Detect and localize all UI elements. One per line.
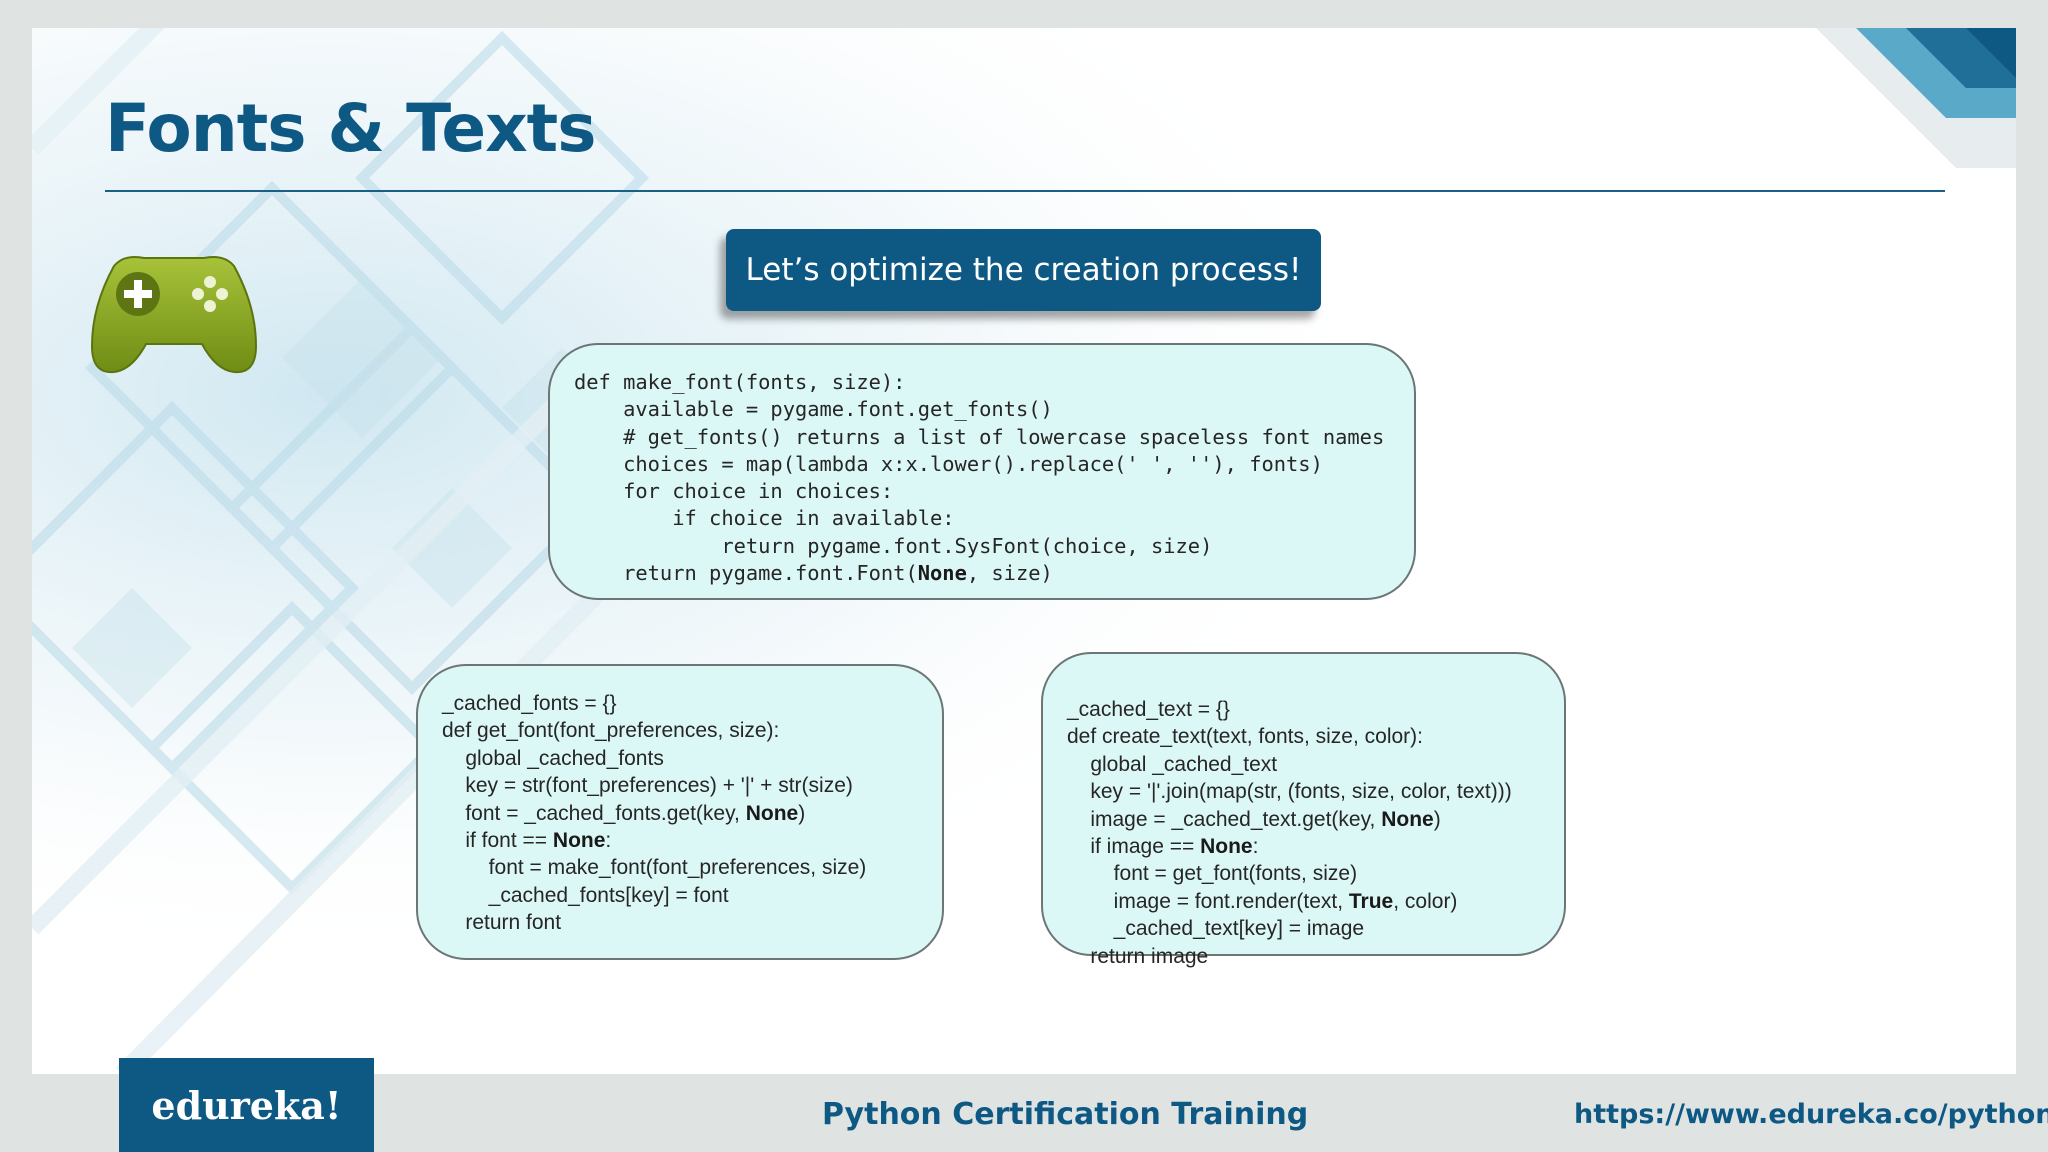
code-line: global _cached_fonts bbox=[442, 747, 664, 770]
code-line: key = '|'.join(map(str, (fonts, size, co… bbox=[1067, 780, 1512, 804]
code-segment: # get_fonts() returns a list of lowercas… bbox=[574, 424, 1385, 449]
code-segment: global _cached_text bbox=[1067, 752, 1278, 776]
code-block-get-font: _cached_fonts = {} def get_font(font_pre… bbox=[416, 664, 944, 960]
code-segment: image = font.render(text, bbox=[1067, 889, 1349, 913]
code-line: image = _cached_text.get(key, None) bbox=[1067, 807, 1441, 831]
code-block-make-font: def make_font(fonts, size): available = … bbox=[548, 343, 1416, 600]
callout-banner: Let’s optimize the creation process! bbox=[726, 229, 1321, 311]
code-segment: def get_font(font_preferences, size): bbox=[442, 719, 780, 743]
code-line: def create_text(text, fonts, size, color… bbox=[1067, 725, 1423, 748]
code-keyword: None bbox=[745, 801, 799, 825]
code-segment: if choice in available: bbox=[574, 506, 955, 531]
code-line: return image bbox=[1067, 945, 1208, 968]
code-segment: font = _cached_fonts.get(key, bbox=[442, 801, 746, 825]
code-segment: key = str(font_preferences) + '|' + str(… bbox=[442, 774, 853, 798]
code-line: return pygame.font.Font(None, size) bbox=[574, 561, 1053, 585]
code-segment: , size) bbox=[966, 561, 1053, 586]
code-segment: return font bbox=[442, 911, 562, 935]
code-segment: if font == bbox=[442, 829, 553, 853]
code-keyword: None bbox=[917, 561, 967, 586]
game-controller-icon bbox=[90, 256, 258, 374]
code-keyword: True bbox=[1348, 889, 1394, 913]
footer-course-title: Python Certification Training bbox=[822, 1097, 1309, 1132]
code-block-create-text: _cached_text = {} def create_text(text, … bbox=[1041, 652, 1566, 968]
code-segment: available = pygame.font.get_fonts() bbox=[574, 397, 1053, 422]
code-segment: _cached_text[key] = image bbox=[1067, 917, 1365, 941]
code-segment: def create_text(text, fonts, size, color… bbox=[1067, 725, 1423, 749]
code-line: for choice in choices: bbox=[574, 479, 893, 503]
code-segment: choices = map(lambda x:x.lower().replace… bbox=[574, 451, 1323, 476]
code-segment: _cached_text = {} bbox=[1067, 698, 1230, 721]
code-segment: ) bbox=[1433, 807, 1441, 831]
code-line: return font bbox=[442, 911, 561, 934]
code-line: _cached_text[key] = image bbox=[1067, 917, 1364, 940]
code-line: def get_font(font_preferences, size): bbox=[442, 719, 779, 742]
code-text: _cached_text = {} def create_text(text, … bbox=[1067, 696, 1512, 970]
code-line: # get_fonts() returns a list of lowercas… bbox=[574, 425, 1384, 449]
code-segment: key = '|'.join(map(str, (fonts, size, co… bbox=[1067, 780, 1512, 804]
code-segment: : bbox=[1252, 835, 1259, 859]
code-segment: : bbox=[605, 829, 612, 853]
code-keyword: None bbox=[552, 829, 606, 853]
code-line: font = get_font(fonts, size) bbox=[1067, 862, 1357, 885]
code-segment: for choice in choices: bbox=[574, 479, 894, 504]
code-segment: , color) bbox=[1393, 889, 1458, 913]
code-line: if choice in available: bbox=[574, 506, 955, 531]
edureka-logo: edureka! bbox=[119, 1058, 374, 1152]
code-line: available = pygame.font.get_fonts() bbox=[574, 397, 1053, 421]
code-line: if font == None: bbox=[442, 829, 611, 852]
code-segment: font = get_font(fonts, size) bbox=[1067, 862, 1358, 886]
code-segment: _cached_fonts[key] = font bbox=[442, 883, 729, 907]
code-line: _cached_fonts = {} bbox=[442, 692, 617, 715]
code-segment: return pygame.font.SysFont(choice, size) bbox=[574, 533, 1213, 558]
code-segment: if image == bbox=[1067, 835, 1201, 859]
code-line: image = font.render(text, True, color) bbox=[1067, 889, 1458, 913]
code-segment: return image bbox=[1067, 944, 1209, 968]
code-line: font = make_font(font_preferences, size) bbox=[442, 856, 867, 880]
code-segment: global _cached_fonts bbox=[442, 746, 664, 770]
slide-title: Fonts & Texts bbox=[105, 90, 597, 167]
code-segment: return pygame.font.Font( bbox=[574, 561, 918, 586]
code-segment: ) bbox=[798, 801, 806, 825]
code-line: return pygame.font.SysFont(choice, size) bbox=[574, 534, 1212, 558]
code-keyword: None bbox=[1200, 835, 1253, 859]
code-text: def make_font(fonts, size): available = … bbox=[574, 369, 1414, 587]
code-line: font = _cached_fonts.get(key, None) bbox=[442, 802, 805, 825]
code-line: def make_font(fonts, size): bbox=[574, 370, 905, 394]
corner-decoration bbox=[1816, 28, 2016, 168]
code-line: key = str(font_preferences) + '|' + str(… bbox=[442, 774, 853, 797]
code-segment: def make_font(fonts, size): bbox=[574, 370, 906, 394]
code-line: if image == None: bbox=[1067, 835, 1258, 858]
footer-url: https://www.edureka.co/python bbox=[1574, 1099, 2048, 1130]
code-segment: _cached_fonts = {} bbox=[442, 692, 617, 715]
code-segment: font = make_font(font_preferences, size) bbox=[442, 856, 867, 880]
code-line: global _cached_text bbox=[1067, 753, 1277, 776]
code-line: choices = map(lambda x:x.lower().replace… bbox=[574, 452, 1323, 476]
code-text: _cached_fonts = {} def get_font(font_pre… bbox=[442, 690, 942, 937]
code-segment: image = _cached_text.get(key, bbox=[1067, 807, 1382, 831]
logo-text: edureka! bbox=[151, 1082, 342, 1128]
title-divider bbox=[105, 190, 1945, 192]
code-keyword: None bbox=[1381, 807, 1434, 831]
code-line: _cached_text = {} bbox=[1067, 698, 1230, 721]
code-line: _cached_fonts[key] = font bbox=[442, 884, 729, 907]
